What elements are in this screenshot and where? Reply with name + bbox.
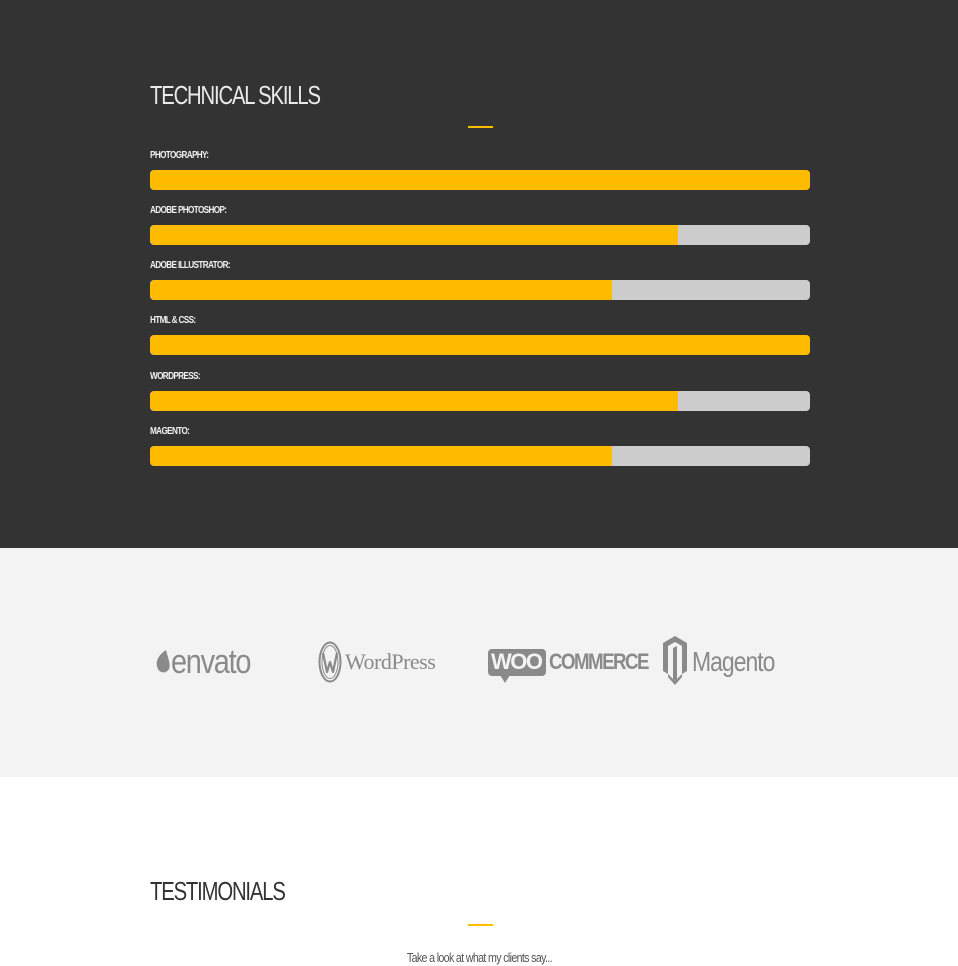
skill-progress-fill (150, 225, 678, 245)
skill-adobe-illustrator: ADOBE ILLUSTRATOR: (150, 260, 810, 310)
skill-magento: MAGENTO: (150, 426, 810, 476)
magento-m-icon (662, 635, 688, 689)
skill-label: HTML & CSS: (150, 315, 196, 326)
skill-progress-track (150, 446, 810, 466)
envato-logo[interactable]: envato (155, 632, 264, 692)
wordpress-logo-text: WordPress (345, 649, 436, 674)
client-logos-section: envato WordPress WOO COMMERCE Magento (0, 548, 958, 777)
envato-leaf-icon (155, 649, 171, 675)
testimonials-subtitle: Take a look at what my clients say... (406, 950, 553, 965)
skill-wordpress: WORDPRESS: (150, 371, 810, 421)
skill-label: WORDPRESS: (150, 371, 201, 382)
envato-logo-text: envato (171, 643, 251, 681)
skill-progress-track (150, 170, 810, 190)
skill-progress-track (150, 280, 810, 300)
skill-progress-fill (150, 170, 810, 190)
title-underline (468, 126, 493, 128)
skill-progress-track (150, 391, 810, 411)
skill-label: ADOBE PHOTOSHOP: (150, 205, 227, 216)
testimonials-section: TESTIMONIALS Take a look at what my clie… (0, 777, 958, 966)
skill-progress-fill (150, 335, 810, 355)
skill-progress-track (150, 335, 810, 355)
skill-label: PHOTOGRAPHY: (150, 150, 209, 161)
magento-logo[interactable]: Magento (662, 632, 793, 692)
section-title: TESTIMONIALS (150, 876, 286, 906)
woo-bubble-icon: WOO (488, 648, 546, 683)
skill-progress-fill (150, 391, 678, 411)
skill-label: MAGENTO: (150, 426, 190, 437)
skill-photography: PHOTOGRAPHY: (150, 150, 810, 200)
skill-progress-fill (150, 280, 612, 300)
title-underline (468, 924, 493, 926)
skill-progress-fill (150, 446, 612, 466)
skill-progress-track (150, 225, 810, 245)
skill-label: ADOBE ILLUSTRATOR: (150, 260, 231, 271)
magento-logo-text: Magento (692, 646, 775, 677)
section-title: TECHNICAL SKILLS (150, 80, 321, 110)
woocommerce-logo-text: COMMERCE (548, 649, 649, 674)
technical-skills-section: TECHNICAL SKILLS PHOTOGRAPHY: ADOBE PHOT… (0, 0, 958, 548)
skill-html-css: HTML & CSS: (150, 315, 810, 365)
wordpress-logo[interactable]: WordPress (318, 632, 436, 692)
skill-adobe-photoshop: ADOBE PHOTOSHOP: (150, 205, 810, 255)
wordpress-w-icon (318, 641, 342, 683)
woocommerce-logo[interactable]: WOO COMMERCE (488, 632, 665, 692)
